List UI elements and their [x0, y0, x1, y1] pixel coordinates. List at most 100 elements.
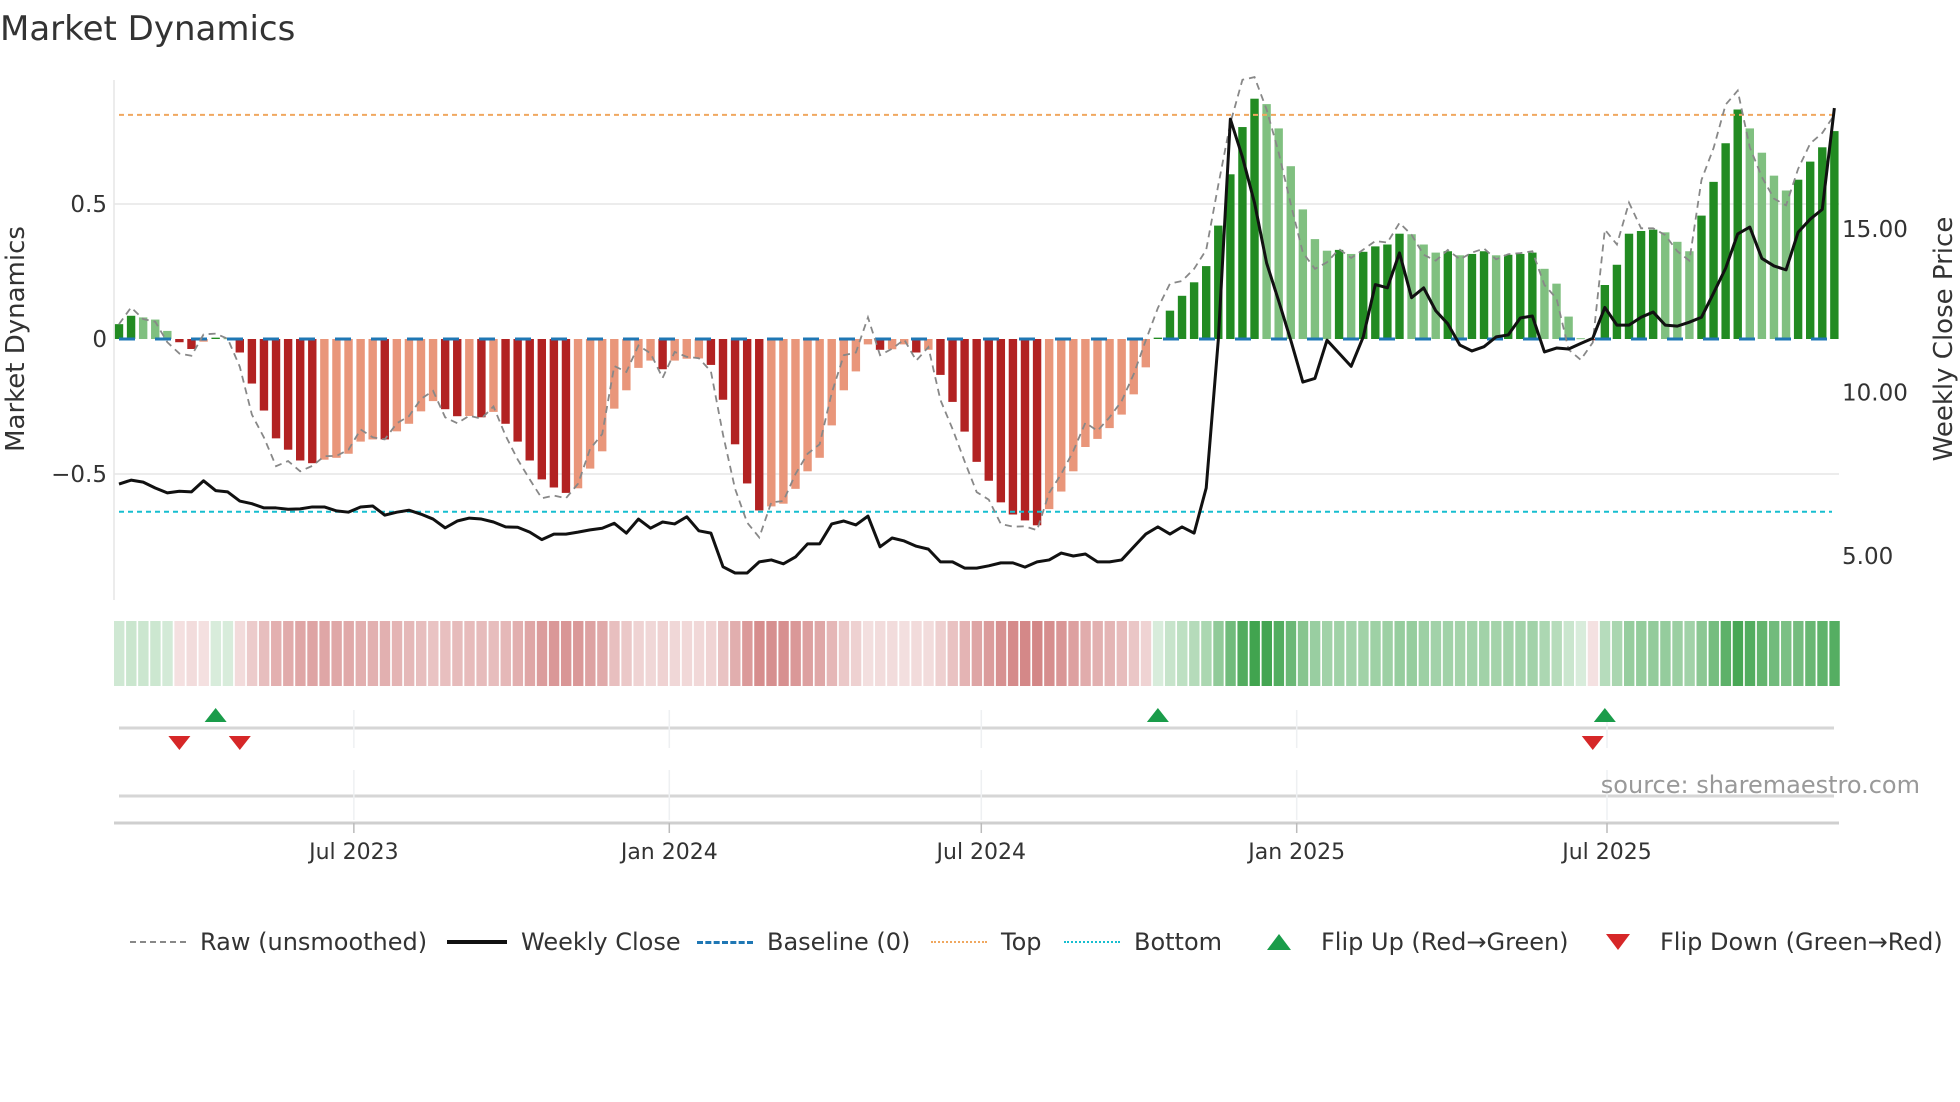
strip-cell — [452, 621, 463, 686]
strip-cell — [718, 621, 729, 686]
strip-cell — [1140, 621, 1152, 686]
strip-cell — [657, 621, 668, 686]
strip-cell — [1551, 621, 1562, 686]
dynamics-bar — [465, 339, 474, 416]
dynamics-bar — [1431, 252, 1440, 339]
dynamics-bar — [114, 324, 124, 339]
strip-cell — [1322, 621, 1333, 686]
dynamics-bar — [1020, 339, 1030, 521]
strip-cell — [1587, 621, 1599, 686]
strip-cell — [440, 621, 451, 686]
dynamics-bar — [1516, 253, 1525, 339]
strip-cell — [1539, 621, 1550, 686]
strip-cell — [222, 621, 234, 686]
dynamics-bar — [380, 339, 389, 440]
dynamics-bar — [1685, 251, 1694, 339]
strip-cell — [1756, 621, 1768, 686]
dynamics-bar — [851, 339, 861, 372]
legend-item-top: Top — [931, 922, 1042, 962]
dynamics-bar — [767, 339, 776, 507]
strip-cell — [198, 621, 209, 686]
dynamics-bar — [1202, 266, 1211, 339]
strip-cell — [995, 621, 1007, 686]
dynamics-bar — [247, 339, 257, 384]
strip-cell — [331, 621, 342, 686]
y2-tick-label: 10.00 — [1842, 381, 1908, 407]
dynamics-bar — [863, 339, 873, 345]
y-axis-label: Market Dynamics — [1, 226, 31, 452]
y2-tick-label: 5.00 — [1842, 544, 1893, 570]
strip-cell — [862, 621, 874, 686]
legend-item-flip-down: Flip Down (Green→Red) — [1598, 922, 1943, 962]
strip-cell — [1696, 621, 1707, 686]
strip-cell — [669, 621, 681, 686]
dynamics-bar — [1697, 215, 1706, 339]
x-tick-label: Jan 2024 — [619, 840, 718, 865]
strip-cell — [1684, 621, 1695, 686]
regime-strip — [114, 621, 1840, 686]
strip-cell — [1781, 621, 1792, 686]
strip-cell — [899, 621, 910, 686]
flip-up-marker — [1146, 708, 1169, 722]
y2-tick-label: 15.00 — [1842, 217, 1908, 243]
strip-cell — [1346, 621, 1357, 686]
strip-cell — [1201, 621, 1212, 686]
strip-cell — [1720, 621, 1732, 686]
dynamics-bar — [1032, 339, 1042, 526]
dynamics-bar — [827, 339, 836, 426]
dynamics-bar — [271, 339, 281, 439]
legend-label: Bottom — [1134, 928, 1223, 956]
strip-cell — [923, 621, 934, 686]
dynamics-bar — [1830, 131, 1839, 339]
strip-cell — [295, 621, 306, 686]
dynamics-bar — [1165, 310, 1175, 339]
strip-cell — [1213, 621, 1224, 686]
lines-layer — [118, 76, 1836, 575]
dynamics-bar — [1081, 339, 1090, 447]
strip-cell — [114, 621, 125, 686]
y-tick-label: −0.5 — [51, 462, 107, 488]
dynamics-bar — [1310, 239, 1320, 339]
strip-cell — [1032, 621, 1043, 686]
chart-title: Market Dynamics — [0, 9, 295, 49]
dynamics-bar — [1733, 109, 1742, 339]
raw-line — [118, 76, 1836, 540]
dynamics-bar — [634, 339, 643, 368]
strip-cell — [1285, 621, 1297, 686]
strip-cell — [1442, 621, 1454, 686]
dynamics-bar — [501, 339, 510, 424]
strip-cell — [1225, 621, 1236, 686]
legend-item-bottom: Bottom — [1064, 922, 1222, 962]
strip-cell — [1430, 621, 1442, 686]
strip-cell — [1503, 621, 1514, 686]
strip-cell — [959, 621, 970, 686]
strip-cell — [681, 621, 693, 686]
strip-cell — [560, 621, 572, 686]
dynamics-bar — [211, 337, 220, 339]
strip-cell — [693, 621, 705, 686]
strip-cell — [1648, 621, 1659, 686]
strip-cell — [1660, 621, 1671, 686]
strip-cell — [1007, 621, 1019, 686]
strip-cell — [210, 621, 222, 686]
strip-cell — [597, 621, 608, 686]
triangle-up-icon — [1267, 934, 1291, 950]
strip-cell — [1732, 621, 1744, 686]
strip-cell — [742, 621, 753, 686]
dynamics-bar — [1117, 339, 1126, 415]
dynamics-bar — [948, 339, 957, 402]
dynamics-bar — [1479, 251, 1489, 339]
strip-cell — [609, 621, 620, 686]
strip-cell — [1563, 621, 1574, 686]
strip-cell — [621, 621, 632, 686]
strip-cell — [1092, 621, 1103, 686]
dynamics-bar — [706, 339, 716, 365]
legend-label: Baseline (0) — [767, 928, 911, 956]
strip-cell — [416, 621, 427, 686]
dynamics-bar — [1576, 338, 1585, 340]
strip-cell — [488, 621, 499, 686]
legend-swatch-top — [931, 941, 987, 943]
strip-cell — [730, 621, 741, 686]
dynamics-bar — [730, 339, 740, 445]
strip-cell — [464, 621, 475, 686]
